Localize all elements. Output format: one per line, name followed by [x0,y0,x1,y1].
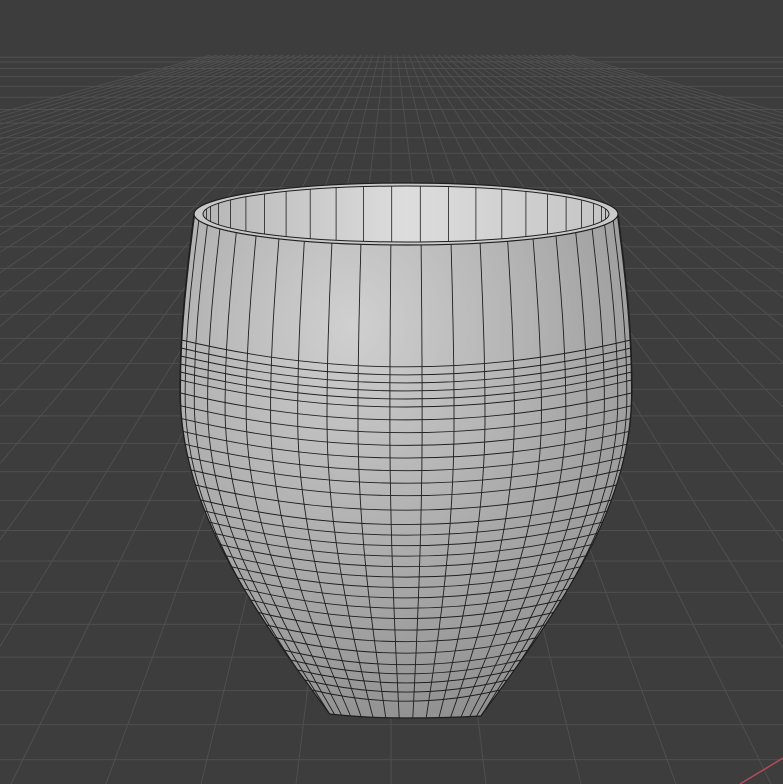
cup-inner-wall [202,185,610,243]
3d-viewport[interactable] [0,0,783,784]
